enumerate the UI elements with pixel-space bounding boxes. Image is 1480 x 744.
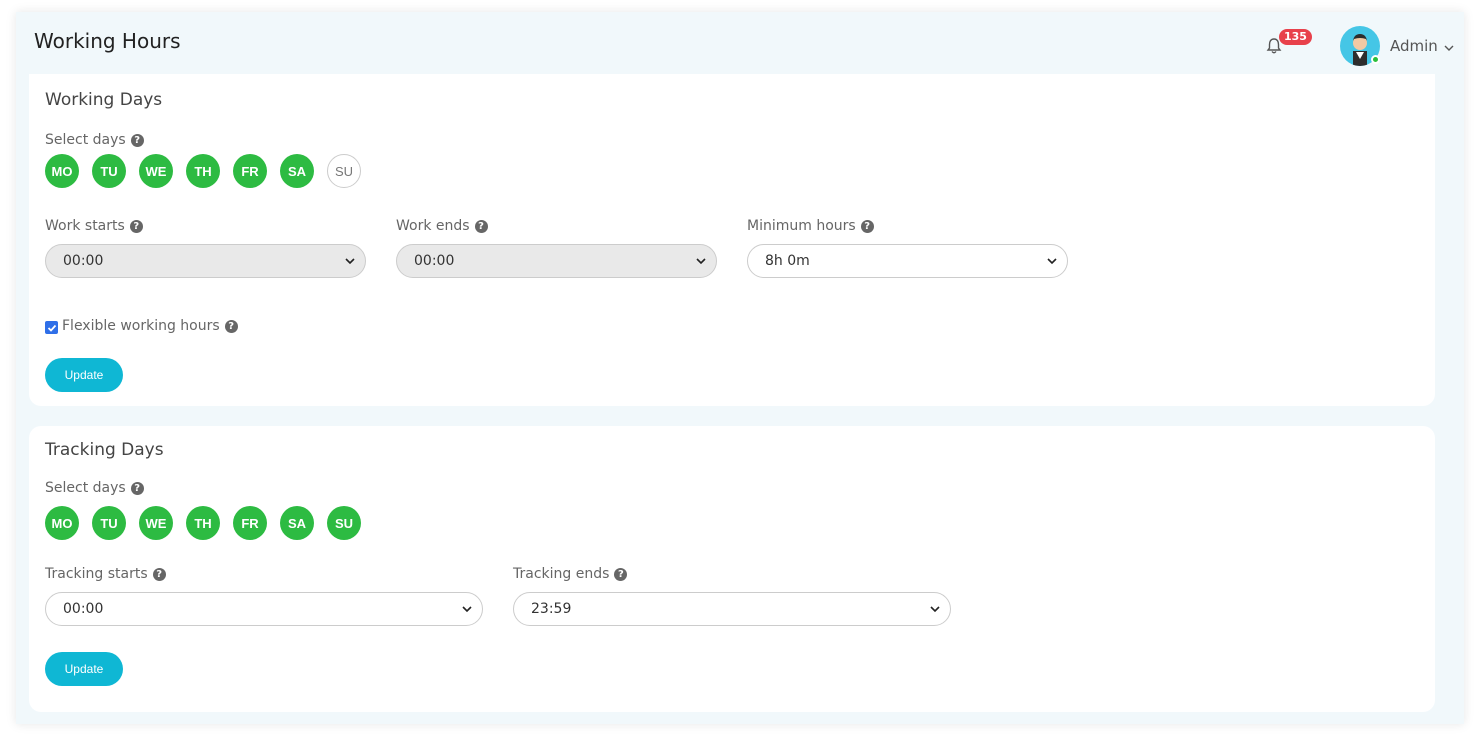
day-su[interactable]: SU bbox=[327, 506, 361, 540]
day-su[interactable]: SU bbox=[327, 154, 361, 188]
work-starts-text: Work starts bbox=[45, 218, 125, 234]
day-tu[interactable]: TU bbox=[92, 506, 126, 540]
day-we[interactable]: WE bbox=[139, 154, 173, 188]
online-status-dot bbox=[1371, 55, 1380, 64]
tracking-starts-value: 00:00 bbox=[63, 601, 104, 617]
select-days-text: Select days bbox=[45, 132, 126, 148]
day-mo[interactable]: MO bbox=[45, 154, 79, 188]
day-fr[interactable]: FR bbox=[233, 506, 267, 540]
work-ends-select[interactable]: 00:00 bbox=[396, 244, 717, 278]
chevron-down-icon bbox=[696, 258, 706, 265]
check-icon bbox=[47, 324, 56, 332]
minimum-hours-value: 8h 0m bbox=[765, 253, 810, 269]
working-days-selector: MO TU WE TH FR SA SU bbox=[45, 154, 361, 188]
app-frame: Working Hours 135 Admin Working Days Sel… bbox=[16, 12, 1464, 724]
chevron-down-icon[interactable] bbox=[1443, 43, 1455, 53]
chevron-down-icon bbox=[1047, 258, 1057, 265]
question-circle-icon[interactable]: ? bbox=[474, 219, 488, 233]
user-name[interactable]: Admin bbox=[1390, 37, 1438, 55]
work-ends-label: Work ends ? bbox=[396, 218, 488, 234]
work-ends-text: Work ends bbox=[396, 218, 470, 234]
tracking-ends-value: 23:59 bbox=[531, 601, 572, 617]
question-circle-icon[interactable]: ? bbox=[860, 219, 874, 233]
flexible-hours-label[interactable]: Flexible working hours ? bbox=[62, 318, 238, 334]
chevron-down-icon bbox=[930, 606, 940, 613]
minimum-hours-label: Minimum hours ? bbox=[747, 218, 874, 234]
work-ends-value: 00:00 bbox=[414, 253, 455, 269]
chevron-down-icon bbox=[345, 258, 355, 265]
minimum-hours-text: Minimum hours bbox=[747, 218, 856, 234]
work-starts-select[interactable]: 00:00 bbox=[45, 244, 366, 278]
tracking-days-selector: MO TU WE TH FR SA SU bbox=[45, 506, 361, 540]
question-circle-icon[interactable]: ? bbox=[152, 567, 166, 581]
question-circle-icon[interactable]: ? bbox=[614, 567, 628, 581]
question-circle-icon[interactable]: ? bbox=[224, 319, 238, 333]
tracking-ends-text: Tracking ends bbox=[513, 566, 610, 582]
working-days-title: Working Days bbox=[45, 90, 163, 110]
day-sa[interactable]: SA bbox=[280, 154, 314, 188]
day-fr[interactable]: FR bbox=[233, 154, 267, 188]
day-sa[interactable]: SA bbox=[280, 506, 314, 540]
day-th[interactable]: TH bbox=[186, 506, 220, 540]
tracking-starts-label: Tracking starts ? bbox=[45, 566, 166, 582]
select-days-label: Select days ? bbox=[45, 132, 144, 148]
question-circle-icon[interactable]: ? bbox=[129, 219, 143, 233]
working-days-update-button[interactable]: Update bbox=[45, 358, 123, 392]
tracking-days-update-button[interactable]: Update bbox=[45, 652, 123, 686]
flexible-hours-checkbox[interactable] bbox=[45, 321, 58, 334]
notification-badge[interactable]: 135 bbox=[1279, 29, 1312, 45]
tracking-days-title: Tracking Days bbox=[45, 440, 164, 460]
question-circle-icon[interactable]: ? bbox=[130, 133, 144, 147]
page-title: Working Hours bbox=[34, 29, 181, 53]
tracking-days-card: Tracking Days Select days ? MO TU WE TH … bbox=[29, 426, 1435, 712]
day-mo[interactable]: MO bbox=[45, 506, 79, 540]
day-th[interactable]: TH bbox=[186, 154, 220, 188]
day-we[interactable]: WE bbox=[139, 506, 173, 540]
work-starts-label: Work starts ? bbox=[45, 218, 143, 234]
tracking-starts-select[interactable]: 00:00 bbox=[45, 592, 483, 626]
flexible-hours-text[interactable]: Flexible working hours bbox=[62, 318, 220, 334]
chevron-down-icon bbox=[462, 606, 472, 613]
day-tu[interactable]: TU bbox=[92, 154, 126, 188]
select-days-text: Select days bbox=[45, 480, 126, 496]
select-days-label: Select days ? bbox=[45, 480, 144, 496]
working-days-card: Working Days Select days ? MO TU WE TH F… bbox=[29, 74, 1435, 406]
tracking-starts-text: Tracking starts bbox=[45, 566, 148, 582]
work-starts-value: 00:00 bbox=[63, 253, 104, 269]
tracking-ends-select[interactable]: 23:59 bbox=[513, 592, 951, 626]
minimum-hours-select[interactable]: 8h 0m bbox=[747, 244, 1068, 278]
tracking-ends-label: Tracking ends ? bbox=[513, 566, 628, 582]
question-circle-icon[interactable]: ? bbox=[130, 481, 144, 495]
